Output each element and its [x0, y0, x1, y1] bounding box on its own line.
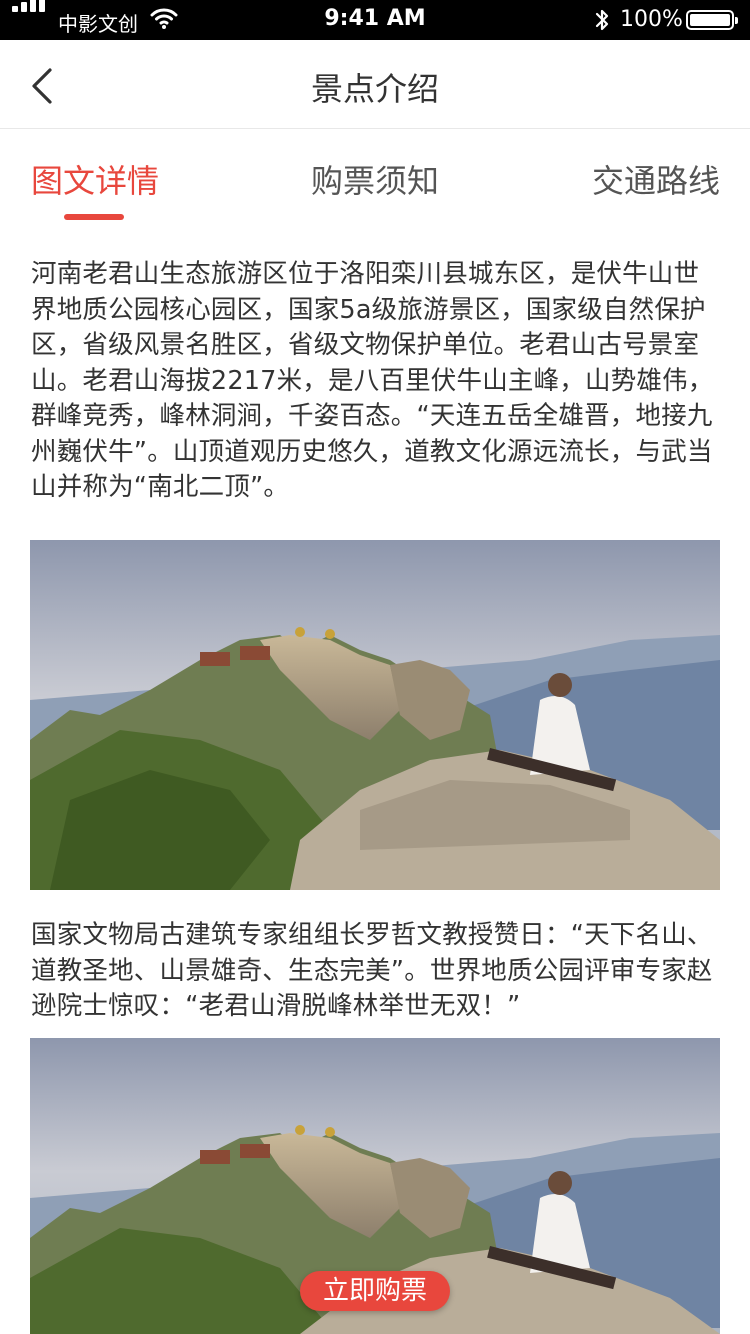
active-tab-indicator — [64, 214, 124, 220]
battery-icon — [686, 10, 738, 30]
tab-transport-route[interactable]: 交通路线 — [592, 156, 720, 202]
bluetooth-icon — [595, 9, 609, 31]
tab-ticket-notice[interactable]: 购票须知 — [311, 156, 439, 202]
tab-details[interactable]: 图文详情 — [31, 156, 159, 202]
intro-paragraph: 河南老君山生态旅游区位于洛阳栾川县城东区，是伏牛山世界地质公园核心园区，国家5a… — [31, 259, 714, 502]
page-title: 景点介绍 — [310, 70, 439, 108]
status-bar: 中影文创 9:41 AM 100% — [0, 0, 750, 40]
quote-paragraph: 国家文物局古建筑专家组组长罗哲文教授赞日：“天下名山、道教圣地、山景雄奇、生态完… — [31, 920, 713, 1021]
battery-percent: 100% — [620, 7, 683, 32]
buy-ticket-button[interactable]: 立即购票 — [300, 1271, 450, 1311]
scenic-photo — [30, 540, 720, 890]
nav-bar: 景点介绍 — [0, 40, 750, 129]
